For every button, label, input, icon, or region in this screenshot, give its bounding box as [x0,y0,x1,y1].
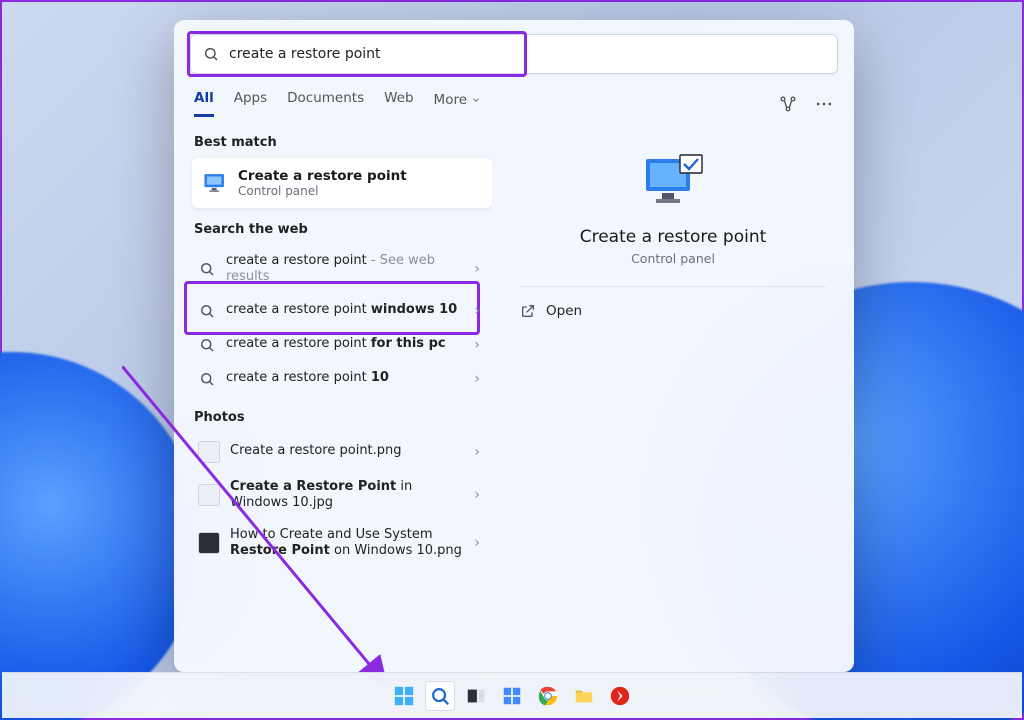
tab-more[interactable]: More [434,90,481,117]
photo-result-0[interactable]: Create a restore point.png › [192,433,492,471]
tab-documents[interactable]: Documents [287,90,364,117]
chevron-right-icon: › [474,261,480,277]
chevron-right-icon: › [474,303,480,319]
best-match-heading: Best match [194,135,492,150]
preview-card: Create a restore point Control panel [520,135,826,287]
photo-result-1[interactable]: Create a Restore Point in Windows 10.jpg… [192,471,492,520]
wallpaper-bloom-left [0,352,202,720]
chevron-right-icon: › [474,444,480,460]
web-suggestion-0[interactable]: create a restore point - See web results… [192,245,492,294]
windows-search-panel: All Apps Documents Web More Best match [174,20,854,672]
image-thumb-icon [198,441,220,463]
chevron-right-icon: › [474,535,480,551]
search-icon [198,302,216,320]
search-tabs: All Apps Documents Web More [174,80,854,117]
best-match-title: Create a restore point [238,168,407,184]
open-external-icon [520,303,536,319]
results-column: Best match Create a restore point Contro… [174,117,492,672]
web-suggestion-3[interactable]: create a restore point 10 › [192,362,492,396]
more-options-icon[interactable] [814,94,834,114]
best-match-subtitle: Control panel [238,184,407,198]
open-action[interactable]: Open [520,287,826,335]
anydesk-icon[interactable] [605,681,635,711]
best-match-result[interactable]: Create a restore point Control panel [192,158,492,208]
chevron-right-icon: › [474,337,480,353]
share-flow-icon[interactable] [778,94,798,114]
search-icon [198,260,216,278]
web-suggestion-1[interactable]: create a restore point windows 10 › [192,294,492,328]
search-web-heading: Search the web [194,222,492,237]
tab-apps[interactable]: Apps [234,90,267,117]
tab-all[interactable]: All [194,90,214,117]
preview-title: Create a restore point [580,227,767,247]
photo-result-2[interactable]: How to Create and Use System Restore Poi… [192,519,492,568]
widgets-button[interactable] [497,681,527,711]
preview-column: Create a restore point Control panel Ope… [492,117,854,672]
preview-subtitle: Control panel [631,251,715,266]
chevron-down-icon [471,95,481,105]
start-button[interactable] [389,681,419,711]
taskbar [2,672,1022,718]
search-input[interactable] [229,46,825,62]
photos-heading: Photos [194,410,492,425]
control-panel-icon [202,170,228,196]
search-icon [203,46,219,62]
search-icon [198,370,216,388]
search-icon [198,336,216,354]
tab-web[interactable]: Web [384,90,413,117]
chevron-right-icon: › [474,371,480,387]
search-button[interactable] [425,681,455,711]
chrome-icon[interactable] [533,681,563,711]
chevron-right-icon: › [474,487,480,503]
image-thumb-icon [198,484,220,506]
control-panel-large-icon [640,153,706,213]
image-thumb-icon [198,532,220,554]
open-label: Open [546,303,582,319]
file-explorer-icon[interactable] [569,681,599,711]
search-bar[interactable] [190,34,838,74]
task-view-button[interactable] [461,681,491,711]
web-suggestion-2[interactable]: create a restore point for this pc › [192,328,492,362]
